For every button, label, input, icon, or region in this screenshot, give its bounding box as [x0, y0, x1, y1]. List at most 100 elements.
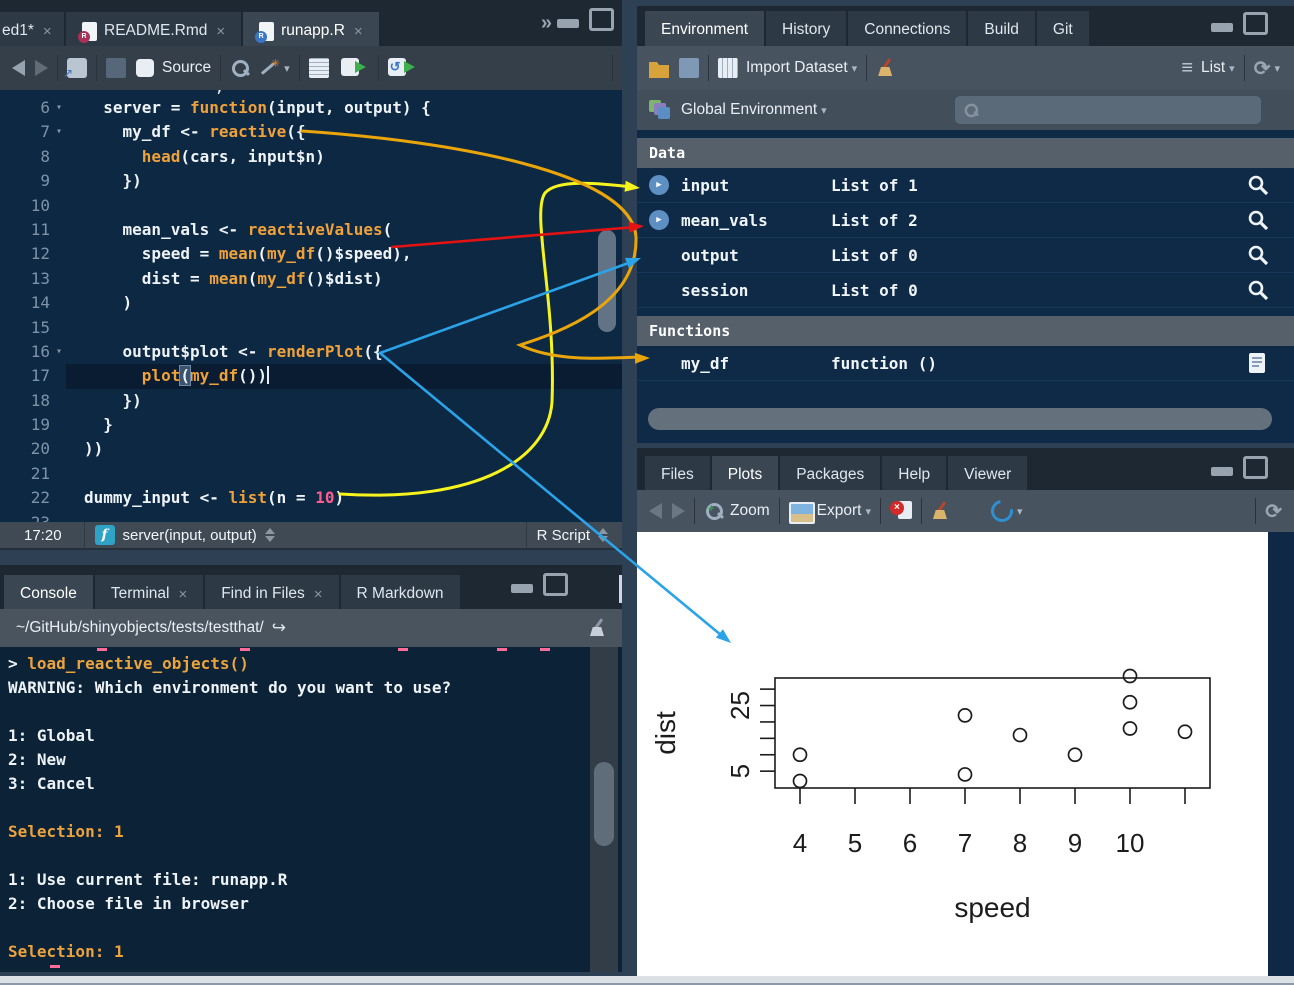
tab-packages[interactable]: Packages [780, 456, 880, 494]
code-editor[interactable]: "," 6▾ server = function(input, output) … [0, 90, 622, 522]
tab-connections[interactable]: Connections [848, 11, 966, 49]
maximize-pane-icon[interactable] [1243, 12, 1268, 35]
zoom-plot-icon[interactable]: + [704, 501, 724, 521]
code-tools-wand-icon[interactable]: ✳ [258, 57, 280, 79]
maximize-pane-icon[interactable] [589, 8, 614, 31]
forward-icon[interactable] [35, 60, 48, 76]
close-tab-icon[interactable]: × [354, 23, 363, 40]
console-line-10: 1: Use current file: runapp.R [8, 868, 598, 892]
tab-files[interactable]: Files [645, 456, 710, 494]
tab-environment[interactable]: Environment [645, 11, 764, 49]
load-workspace-icon[interactable] [649, 58, 669, 78]
compile-notebook-icon[interactable] [309, 58, 329, 78]
tab-runapp-r[interactable]: Rrunapp.R× [243, 12, 379, 50]
save-workspace-icon[interactable] [679, 58, 699, 78]
minimize-pane-icon[interactable] [557, 19, 579, 28]
file-type-label[interactable]: R Script [537, 527, 590, 544]
refresh-environment-icon[interactable]: ⟳ [1254, 56, 1271, 81]
zoom-plot-label[interactable]: Zoom [730, 502, 770, 520]
expand-object-icon[interactable]: ▶ [649, 175, 669, 195]
tab-viewer[interactable]: Viewer [948, 456, 1027, 494]
dropdown-caret-icon[interactable]: ▾ [865, 505, 871, 518]
run-icon[interactable] [341, 58, 369, 78]
dropdown-caret-icon[interactable]: ▾ [1229, 62, 1235, 75]
clear-console-broom-icon[interactable] [588, 618, 608, 638]
fold-arrow-icon[interactable]: ▾ [56, 340, 72, 364]
maximize-pane-icon[interactable] [1243, 456, 1268, 479]
dropdown-caret-icon[interactable]: ▾ [284, 62, 290, 75]
close-tab-icon[interactable]: × [43, 23, 52, 40]
export-plot-label[interactable]: Export [817, 502, 862, 520]
minimize-pane-icon[interactable] [1211, 467, 1233, 476]
env-row-my-df[interactable]: my_dffunction () [637, 346, 1294, 381]
refresh-plot-icon[interactable]: ⟳ [1265, 499, 1282, 524]
console-scrollbar-thumb[interactable] [594, 762, 614, 846]
tab-ed1[interactable]: ed1*× [0, 12, 64, 50]
tab-help[interactable]: Help [882, 456, 946, 494]
tab-overflow-chevron-icon[interactable]: » [541, 12, 552, 35]
export-plot-icon[interactable] [789, 502, 811, 520]
env-row-session[interactable]: sessionList of 0 [637, 273, 1294, 308]
tab-label: Console [20, 585, 77, 603]
tab-build[interactable]: Build [968, 11, 1034, 49]
environment-search-input[interactable] [955, 96, 1261, 124]
minimize-pane-icon[interactable] [1211, 23, 1233, 32]
code-line-13: 13 dist = mean(my_df()$dist) [0, 267, 622, 291]
list-view-icon[interactable]: ≡ [1181, 57, 1193, 80]
code-line-21: 21 [0, 462, 622, 486]
publish-plot-icon[interactable] [987, 496, 1018, 527]
find-replace-icon[interactable] [230, 58, 250, 78]
inspect-object-icon[interactable] [1246, 208, 1272, 232]
dropdown-caret-icon[interactable]: ▾ [1274, 62, 1280, 75]
tab-git[interactable]: Git [1037, 11, 1089, 49]
clear-environment-broom-icon[interactable] [876, 58, 896, 78]
function-scope-label[interactable]: server(input, output) [123, 527, 257, 544]
env-row-mean-vals[interactable]: ▶mean_valsList of 2 [637, 203, 1294, 238]
fold-arrow-icon[interactable]: ▾ [56, 96, 72, 120]
source-on-save-checkbox[interactable] [136, 59, 154, 77]
save-icon[interactable] [106, 58, 126, 78]
tab-terminal[interactable]: Terminal× [95, 575, 203, 613]
file-type-arrows-icon[interactable] [598, 528, 608, 542]
env-row-input[interactable]: ▶inputList of 1 [637, 168, 1294, 203]
expand-object-icon[interactable]: ▶ [649, 210, 669, 230]
import-dataset-icon[interactable] [718, 58, 738, 78]
close-tab-icon[interactable]: × [178, 586, 187, 603]
tab-plots[interactable]: Plots [712, 456, 778, 494]
environment-scope-label[interactable]: Global Environment [681, 101, 817, 119]
dropdown-caret-icon[interactable]: ▾ [852, 62, 858, 75]
fold-arrow-icon[interactable]: ▾ [56, 120, 72, 144]
list-view-label[interactable]: List [1201, 59, 1225, 77]
inspect-object-icon[interactable] [1246, 278, 1272, 302]
previous-plot-icon[interactable] [649, 503, 662, 519]
tab-readme-rmd[interactable]: RREADME.Rmd× [66, 12, 241, 50]
tab-history[interactable]: History [766, 11, 846, 49]
clear-all-plots-broom-icon[interactable] [931, 501, 951, 521]
open-in-new-window-icon[interactable]: ↗ [67, 58, 87, 78]
tab-find-in-files[interactable]: Find in Files× [205, 575, 338, 613]
re-run-source-icon[interactable]: ↺ [388, 58, 420, 78]
dropdown-caret-icon[interactable]: ▾ [1017, 505, 1023, 518]
tab-r-markdown[interactable]: R Markdown [341, 575, 460, 613]
editor-scrollbar[interactable] [598, 230, 616, 332]
import-dataset-label[interactable]: Import Dataset [746, 59, 848, 77]
inspect-object-icon[interactable] [1246, 173, 1272, 197]
close-tab-icon[interactable]: × [216, 23, 225, 40]
maximize-pane-icon[interactable] [543, 573, 568, 596]
remove-plot-icon[interactable]: × [890, 501, 912, 521]
console-output[interactable]: > load_reactive_objects()WARNING: Which … [0, 647, 598, 972]
environment-hscrollbar[interactable] [648, 408, 1272, 430]
tab-console[interactable]: Console [4, 575, 93, 613]
env-row-output[interactable]: outputList of 0 [637, 238, 1294, 273]
inspect-object-icon[interactable] [1246, 243, 1272, 267]
close-tab-icon[interactable]: × [314, 586, 323, 603]
back-icon[interactable] [12, 60, 25, 76]
dropdown-caret-icon[interactable]: ▾ [821, 104, 827, 117]
go-to-directory-icon[interactable]: ↪ [272, 618, 286, 638]
next-plot-icon[interactable] [672, 503, 685, 519]
console-scrollbar-track[interactable] [590, 647, 618, 972]
minimize-pane-icon[interactable] [511, 584, 533, 593]
svg-text:4: 4 [793, 828, 807, 858]
view-source-icon[interactable] [1246, 351, 1272, 375]
scope-selector-arrows-icon[interactable] [265, 528, 275, 542]
